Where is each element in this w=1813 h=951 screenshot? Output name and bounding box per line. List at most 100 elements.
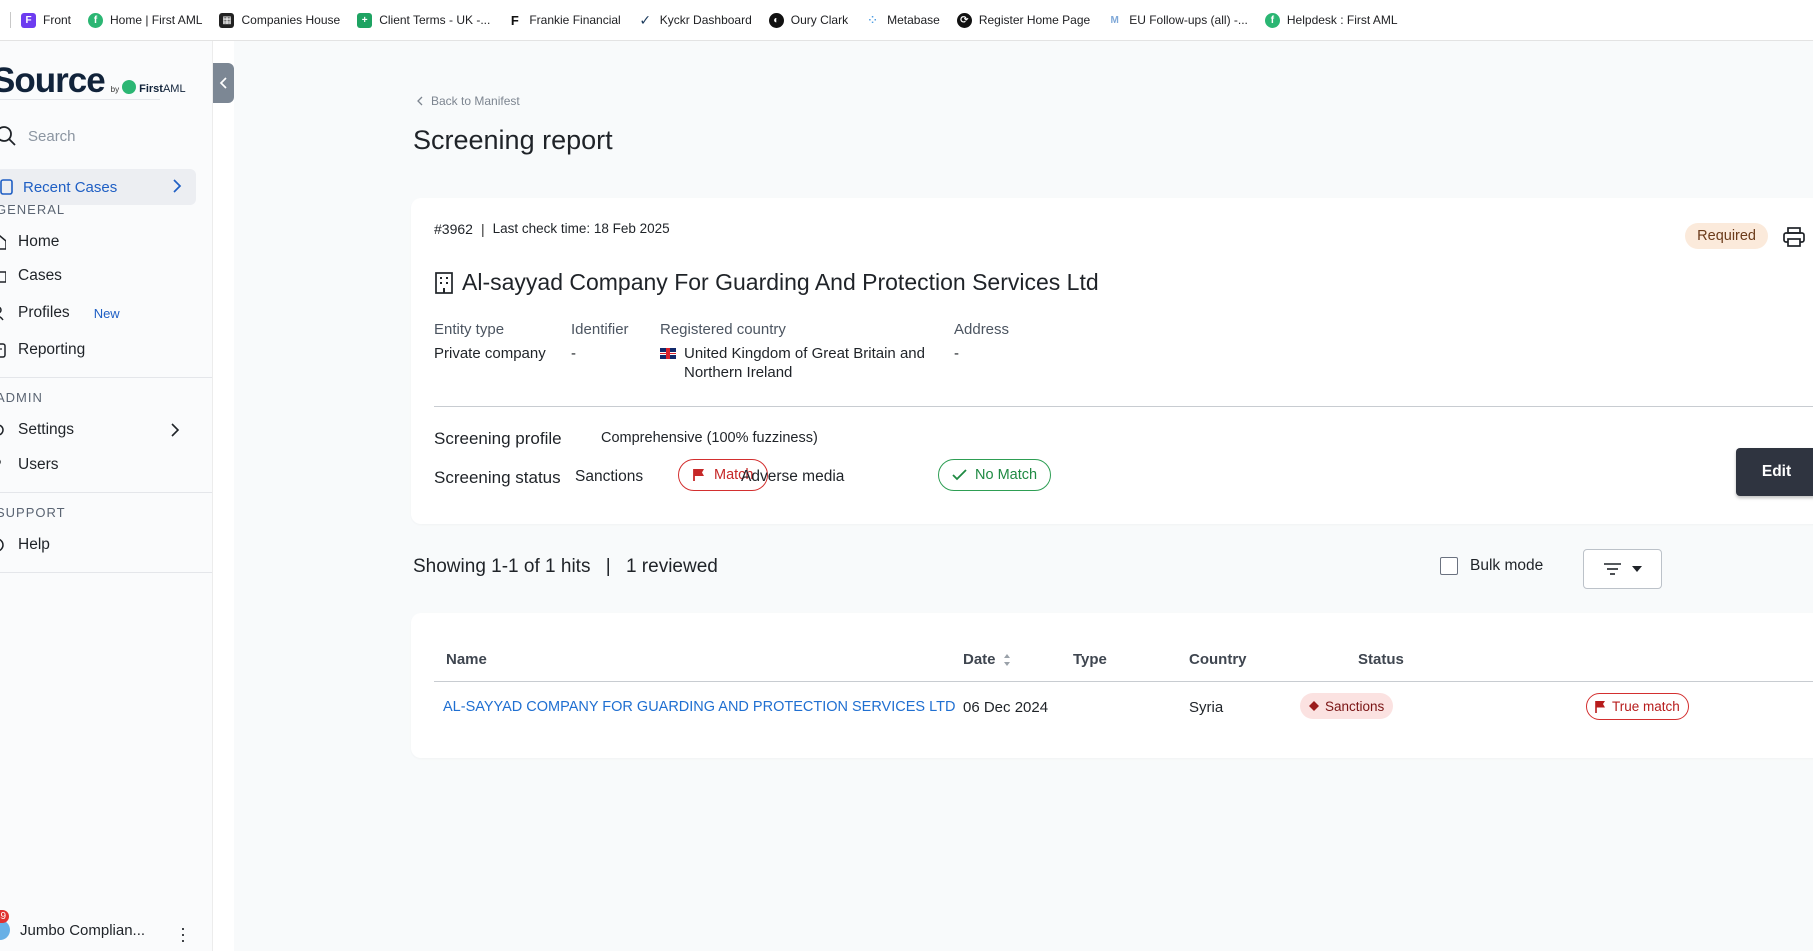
sidebar-item-settings[interactable]: Settings bbox=[0, 421, 180, 439]
avatar: 49 bbox=[0, 910, 10, 940]
bookmark-companies-house[interactable]: ▦ Companies House bbox=[219, 12, 340, 28]
hit-date: 06 Dec 2024 bbox=[963, 699, 1049, 716]
bookmark-client-terms[interactable]: + Client Terms - UK -... bbox=[357, 12, 491, 28]
companies-house-icon: ▦ bbox=[219, 12, 235, 28]
logo-wordmark: Source bbox=[0, 61, 106, 100]
hit-status-badge[interactable]: True match bbox=[1586, 693, 1689, 720]
user-name: Jumbo Complian... bbox=[20, 921, 146, 939]
sidebar-item-label: Users bbox=[18, 456, 59, 473]
chevron-left-icon bbox=[219, 77, 227, 89]
bulk-mode-label: Bulk mode bbox=[1470, 557, 1544, 574]
field-value: - bbox=[571, 345, 576, 362]
column-header-date[interactable]: Date bbox=[963, 651, 1011, 668]
bulk-mode-toggle[interactable]: Bulk mode bbox=[1440, 557, 1543, 575]
source-logo[interactable]: Source by FirstAML bbox=[0, 61, 186, 101]
status-badge: Required bbox=[1685, 223, 1768, 249]
filter-button[interactable] bbox=[1583, 549, 1662, 589]
address-field: Address - bbox=[954, 321, 1009, 363]
hit-name-link[interactable]: AL-SAYYAD COMPANY FOR GUARDING AND PROTE… bbox=[443, 699, 955, 715]
sidebar-divider bbox=[0, 492, 212, 493]
hits-separator: | bbox=[605, 556, 611, 577]
document-icon bbox=[0, 179, 13, 195]
meta-separator: | bbox=[480, 221, 485, 237]
building-icon bbox=[435, 271, 453, 294]
bookmark-frankie-financial[interactable]: F Frankie Financial bbox=[507, 12, 621, 28]
sanctions-label: Sanctions bbox=[575, 468, 644, 485]
hits-count: Showing 1-1 of 1 hits bbox=[413, 556, 591, 577]
column-header-name[interactable]: Name bbox=[446, 651, 487, 668]
check-icon bbox=[952, 469, 967, 481]
register-icon: ⟳ bbox=[956, 12, 972, 28]
bookmarks-bar: F Front f Home | First AML ▦ Companies H… bbox=[0, 0, 1813, 41]
entity-summary-card: #3962 | Last check time: 18 Feb 2025 Req… bbox=[411, 198, 1813, 524]
identifier-field: Identifier - bbox=[571, 321, 629, 363]
sidebar-divider bbox=[0, 377, 212, 378]
hits-summary: Showing 1-1 of 1 hits | 1 reviewed bbox=[413, 556, 718, 578]
bookmark-helpdesk[interactable]: f Helpdesk : First AML bbox=[1264, 12, 1398, 28]
chevron-left-icon bbox=[417, 96, 423, 106]
bookmark-label: Home | First AML bbox=[110, 13, 203, 27]
field-label: Entity type bbox=[434, 321, 505, 338]
bookmark-label: Register Home Page bbox=[978, 13, 1091, 27]
logo-by: by bbox=[110, 85, 120, 94]
main-content: Back to Manifest Screening report #3962 … bbox=[234, 41, 1813, 951]
new-badge: New bbox=[93, 305, 120, 321]
sidebar-item-cases[interactable]: Cases bbox=[0, 267, 62, 285]
bookmark-home-first-aml[interactable]: f Home | First AML bbox=[88, 12, 203, 28]
bookmark-register-home-page[interactable]: ⟳ Register Home Page bbox=[956, 12, 1091, 28]
sidebar-item-help[interactable]: Help bbox=[0, 536, 50, 554]
uk-flag-icon bbox=[660, 348, 676, 359]
section-general: GENERAL bbox=[0, 202, 66, 217]
field-value: United Kingdom of Great Britain and Nort… bbox=[660, 344, 925, 382]
bulk-mode-checkbox[interactable] bbox=[1440, 557, 1458, 575]
filter-icon bbox=[1603, 563, 1621, 575]
bookmark-metabase[interactable]: ⁘ Metabase bbox=[865, 12, 940, 28]
sidebar-search[interactable]: Search bbox=[0, 121, 76, 151]
recent-cases-button[interactable]: Recent Cases bbox=[0, 169, 196, 205]
column-header-country[interactable]: Country bbox=[1189, 651, 1247, 668]
bookmark-eu-follow-ups[interactable]: M EU Follow-ups (all) -... bbox=[1107, 12, 1248, 28]
sidebar-item-profiles[interactable]: Profiles New bbox=[0, 304, 120, 322]
sidebar-item-reporting[interactable]: Reporting bbox=[0, 341, 85, 359]
country-line-1: United Kingdom of Great Britain and bbox=[684, 345, 925, 362]
logo-brand: FirstAML bbox=[139, 83, 186, 95]
frankie-icon: F bbox=[507, 12, 523, 28]
sidebar-item-label: Profiles bbox=[18, 304, 70, 321]
bookmark-front[interactable]: F Front bbox=[21, 12, 71, 28]
bookmark-label: Oury Clark bbox=[790, 13, 849, 27]
sidebar: Source by FirstAML Search Recent Cases G… bbox=[0, 41, 213, 951]
chevron-right-icon bbox=[173, 179, 182, 193]
bookmark-label: Client Terms - UK -... bbox=[379, 13, 491, 27]
home-icon bbox=[0, 235, 6, 250]
field-label: Identifier bbox=[571, 321, 629, 338]
bookmark-label: Metabase bbox=[887, 13, 940, 27]
sidebar-item-label: Settings bbox=[18, 421, 75, 438]
entity-title: Al-sayyad Company For Guarding And Prote… bbox=[434, 269, 1099, 296]
field-value: - bbox=[954, 345, 959, 362]
field-value: Private company bbox=[434, 345, 546, 362]
sidebar-item-users[interactable]: Users bbox=[0, 456, 58, 474]
column-header-type[interactable]: Type bbox=[1073, 651, 1107, 668]
collapse-sidebar-button[interactable] bbox=[213, 63, 234, 103]
country-line-2: Northern Ireland bbox=[684, 364, 793, 381]
field-label: Address bbox=[954, 321, 1010, 338]
kyckr-icon: ✓ bbox=[637, 11, 653, 28]
back-to-manifest-link[interactable]: Back to Manifest bbox=[417, 94, 520, 108]
more-options-icon[interactable]: · · · bbox=[180, 919, 186, 949]
adverse-media-label: Adverse media bbox=[741, 468, 845, 485]
edit-button[interactable]: Edit bbox=[1736, 448, 1813, 496]
bookmark-label: EU Follow-ups (all) -... bbox=[1129, 13, 1248, 27]
section-admin: ADMIN bbox=[0, 390, 43, 405]
gear-icon bbox=[0, 424, 4, 436]
user-account[interactable]: 49 Jumbo Complian... bbox=[0, 910, 146, 940]
sidebar-item-home[interactable]: Home bbox=[0, 233, 59, 251]
entity-name: Al-sayyad Company For Guarding And Prote… bbox=[462, 269, 1099, 295]
sidebar-item-label: Home bbox=[18, 233, 60, 250]
search-placeholder: Search bbox=[28, 127, 76, 145]
bookmark-kyckr-dashboard[interactable]: ✓ Kyckr Dashboard bbox=[637, 11, 752, 28]
gmail-icon: M bbox=[1107, 12, 1123, 28]
bookmark-oury-clark[interactable]: ◐ Oury Clark bbox=[768, 12, 849, 28]
column-header-status[interactable]: Status bbox=[1358, 651, 1404, 668]
hit-type: Sanctions bbox=[1325, 698, 1385, 714]
print-icon[interactable] bbox=[1783, 227, 1805, 247]
